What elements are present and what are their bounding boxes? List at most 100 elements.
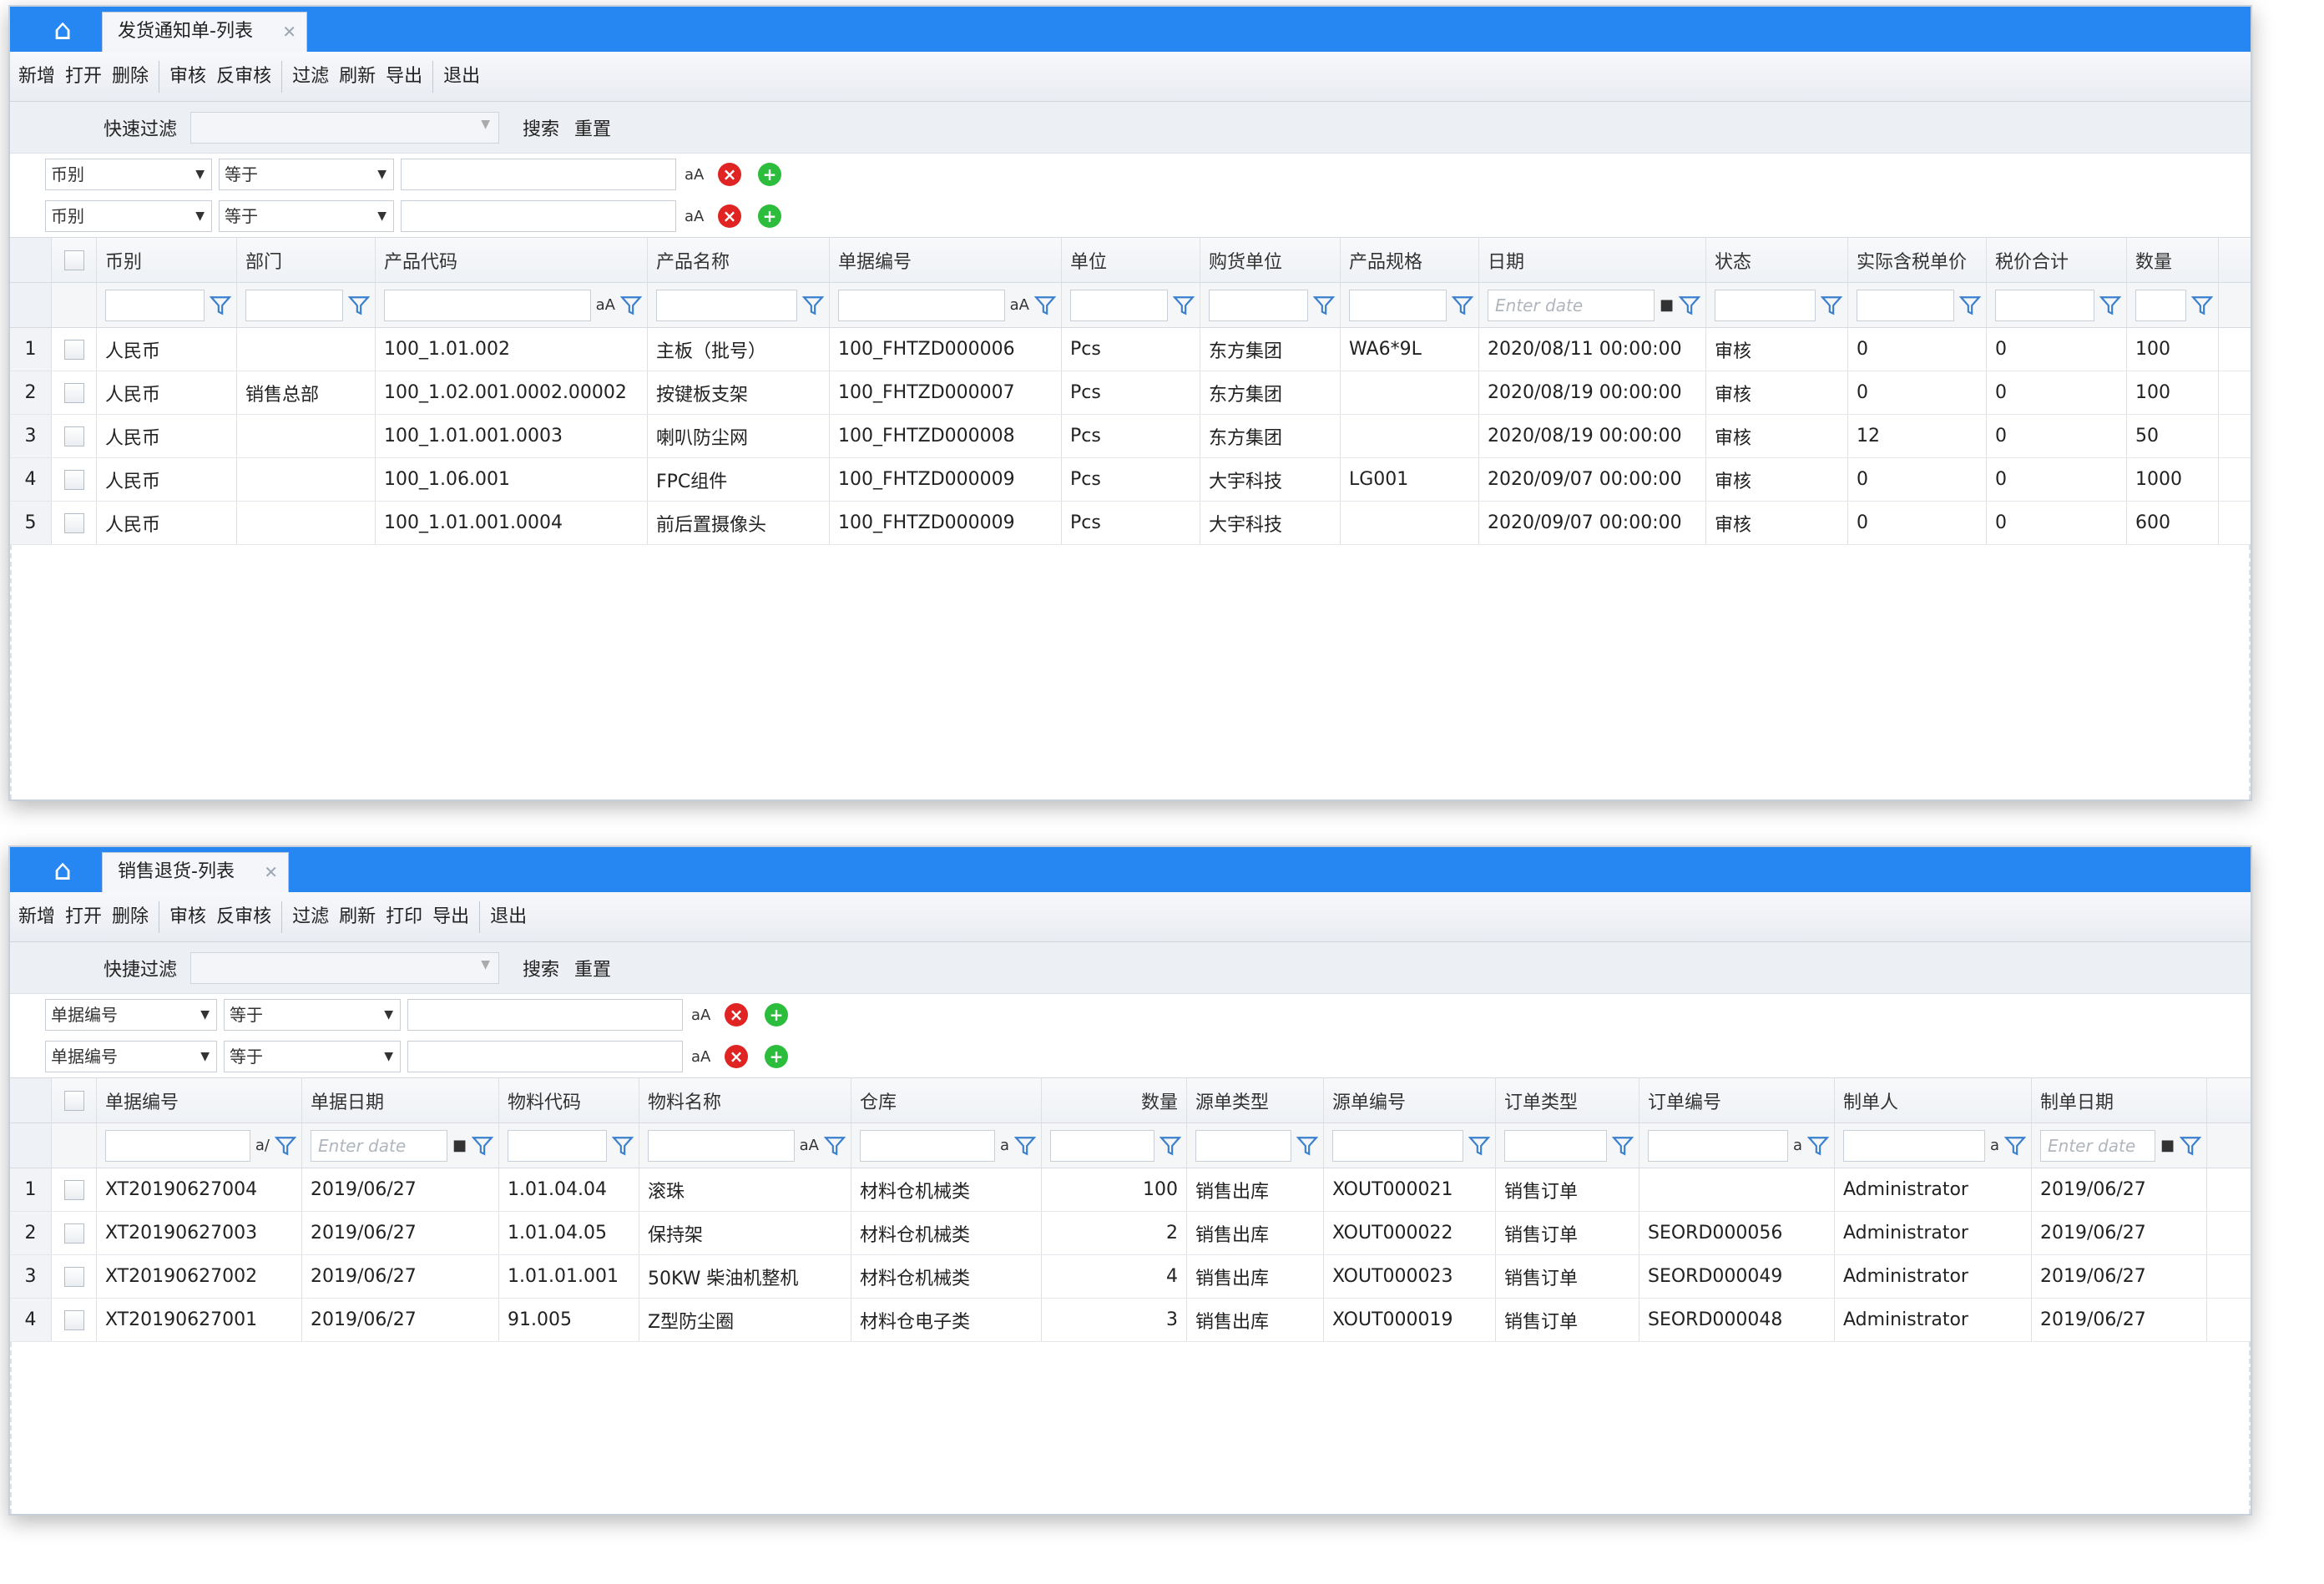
column-header[interactable]: 物料代码 bbox=[499, 1078, 639, 1122]
toolbar-button[interactable]: 删除 bbox=[107, 892, 154, 942]
column-filter-input[interactable] bbox=[1504, 1129, 1607, 1162]
close-tab-icon[interactable]: ✕ bbox=[264, 853, 278, 891]
column-filter-input[interactable]: Enter date bbox=[2040, 1129, 2155, 1162]
column-filter-input[interactable] bbox=[1209, 289, 1308, 321]
filter-icon[interactable] bbox=[802, 295, 824, 316]
column-filter-input[interactable] bbox=[838, 289, 1005, 321]
column-header[interactable]: 制单日期 bbox=[2032, 1078, 2207, 1122]
column-header[interactable]: 物料名称 bbox=[639, 1078, 851, 1122]
home-icon[interactable]: ⌂ bbox=[25, 852, 100, 889]
column-header[interactable]: 日期 bbox=[1479, 238, 1706, 282]
table-row[interactable]: 3 人民币 100_1.01.001.0003 喇叭防尘网 100_FHTZD00000… bbox=[10, 415, 2251, 458]
filter-icon[interactable] bbox=[210, 295, 231, 316]
add-filter-icon[interactable]: + bbox=[758, 163, 781, 186]
table-row[interactable]: 1 人民币 100_1.01.002 主板（批号） 100_FHTZD000006 Pcs… bbox=[10, 328, 2251, 371]
filter-option-icon[interactable]: ■ bbox=[452, 1137, 467, 1154]
row-checkbox[interactable] bbox=[52, 1299, 97, 1341]
checkbox[interactable] bbox=[63, 250, 84, 270]
filter-icon[interactable] bbox=[2180, 1135, 2201, 1157]
filter-icon[interactable] bbox=[1014, 1135, 1036, 1157]
column-filter-input[interactable] bbox=[105, 1129, 250, 1162]
column-filter-input[interactable] bbox=[384, 289, 591, 321]
row-checkbox[interactable] bbox=[52, 415, 97, 457]
toolbar-button[interactable]: 审核 bbox=[164, 52, 211, 102]
column-filter-input[interactable] bbox=[2135, 289, 2186, 321]
filter-value-input[interactable] bbox=[407, 1041, 683, 1072]
toolbar-button[interactable]: 新增 bbox=[13, 52, 60, 102]
filter-icon[interactable] bbox=[2099, 295, 2121, 316]
checkbox[interactable] bbox=[63, 1179, 84, 1200]
quick-filter-select[interactable]: ▼ bbox=[190, 951, 499, 984]
toolbar-button[interactable]: 审核 bbox=[164, 892, 211, 942]
table-row[interactable]: 4 人民币 100_1.06.001 FPC组件 100_FHTZD000009 Pcs 大… bbox=[10, 458, 2251, 502]
toolbar-button[interactable]: 退出 bbox=[438, 52, 485, 102]
filter-icon[interactable] bbox=[1959, 295, 1981, 316]
column-filter-input[interactable] bbox=[1715, 289, 1816, 321]
case-sensitive-icon[interactable]: aA bbox=[685, 166, 718, 184]
filter-field-select[interactable]: 单据编号 ▼ bbox=[45, 1041, 217, 1072]
filter-icon[interactable] bbox=[1807, 1135, 1829, 1157]
tab-delivery-notice-list[interactable]: 发货通知单-列表 ✕ bbox=[102, 12, 307, 52]
row-checkbox[interactable] bbox=[52, 371, 97, 414]
row-checkbox[interactable] bbox=[52, 1255, 97, 1298]
select-all-checkbox[interactable] bbox=[52, 238, 97, 282]
search-button[interactable]: 搜索 bbox=[523, 114, 559, 141]
search-button[interactable]: 搜索 bbox=[523, 955, 559, 981]
table-row[interactable]: 5 人民币 100_1.01.001.0004 前后置摄像头 100_FHTZD0000… bbox=[10, 502, 2251, 545]
column-header[interactable]: 制单人 bbox=[1835, 1078, 2032, 1122]
filter-value-input[interactable] bbox=[407, 999, 683, 1031]
add-filter-icon[interactable]: + bbox=[765, 1045, 788, 1068]
toolbar-button[interactable]: 反审核 bbox=[211, 892, 276, 942]
filter-option-icon[interactable]: aA bbox=[596, 296, 615, 314]
toolbar-button[interactable]: 删除 bbox=[107, 52, 154, 102]
checkbox[interactable] bbox=[63, 1309, 84, 1330]
add-filter-icon[interactable]: + bbox=[765, 1003, 788, 1027]
column-header[interactable]: 购货单位 bbox=[1200, 238, 1341, 282]
filter-option-icon[interactable]: aA bbox=[800, 1137, 819, 1154]
column-header[interactable]: 单据编号 bbox=[830, 238, 1062, 282]
column-header[interactable]: 数量 bbox=[1042, 1078, 1187, 1122]
case-sensitive-icon[interactable]: aA bbox=[691, 1048, 725, 1066]
column-header[interactable]: 币别 bbox=[97, 238, 237, 282]
filter-icon[interactable] bbox=[1612, 1135, 1634, 1157]
checkbox[interactable] bbox=[63, 339, 84, 360]
filter-operator-select[interactable]: 等于 ▼ bbox=[224, 1041, 401, 1072]
column-filter-input[interactable] bbox=[1195, 1129, 1291, 1162]
filter-icon[interactable] bbox=[824, 1135, 846, 1157]
column-filter-input[interactable] bbox=[1995, 289, 2094, 321]
toolbar-button[interactable]: 退出 bbox=[485, 892, 532, 942]
column-header[interactable]: 单据编号 bbox=[97, 1078, 302, 1122]
filter-icon[interactable] bbox=[1468, 1135, 1490, 1157]
checkbox[interactable] bbox=[63, 1223, 84, 1243]
column-header[interactable]: 实际含税单价 bbox=[1848, 238, 1987, 282]
column-filter-input[interactable] bbox=[860, 1129, 995, 1162]
filter-icon[interactable] bbox=[1313, 295, 1335, 316]
filter-icon[interactable] bbox=[1173, 295, 1195, 316]
column-filter-input[interactable]: Enter date bbox=[1488, 289, 1655, 321]
column-header[interactable]: 单据日期 bbox=[302, 1078, 499, 1122]
toolbar-button[interactable]: 新增 bbox=[13, 892, 60, 942]
case-sensitive-icon[interactable]: aA bbox=[691, 1006, 725, 1024]
filter-field-select[interactable]: 币别 ▼ bbox=[45, 200, 212, 232]
filter-option-icon[interactable]: a/ bbox=[255, 1137, 270, 1154]
filter-value-input[interactable] bbox=[401, 200, 676, 232]
toolbar-button[interactable]: 反审核 bbox=[211, 52, 276, 102]
column-filter-input[interactable] bbox=[508, 1129, 607, 1162]
column-filter-input[interactable] bbox=[105, 289, 205, 321]
filter-icon[interactable] bbox=[472, 1135, 493, 1157]
column-filter-input[interactable] bbox=[1050, 1129, 1154, 1162]
column-header[interactable]: 状态 bbox=[1706, 238, 1848, 282]
toolbar-button[interactable]: 导出 bbox=[381, 52, 427, 102]
table-row[interactable]: 2 XT20190627003 2019/06/27 1.01.04.05 保持架 材料仓… bbox=[10, 1212, 2251, 1255]
filter-icon[interactable] bbox=[1034, 295, 1056, 316]
filter-option-icon[interactable]: ■ bbox=[1660, 296, 1674, 314]
column-header[interactable]: 产品代码 bbox=[376, 238, 648, 282]
filter-icon[interactable] bbox=[612, 1135, 634, 1157]
column-header[interactable]: 产品规格 bbox=[1341, 238, 1479, 282]
select-all-checkbox[interactable] bbox=[52, 1078, 97, 1122]
table-row[interactable]: 1 XT20190627004 2019/06/27 1.01.04.04 滚珠 材料仓机… bbox=[10, 1168, 2251, 1212]
column-header[interactable]: 数量 bbox=[2127, 238, 2219, 282]
column-header[interactable]: 仓库 bbox=[851, 1078, 1042, 1122]
column-filter-input[interactable] bbox=[245, 289, 343, 321]
home-icon[interactable]: ⌂ bbox=[25, 12, 100, 48]
